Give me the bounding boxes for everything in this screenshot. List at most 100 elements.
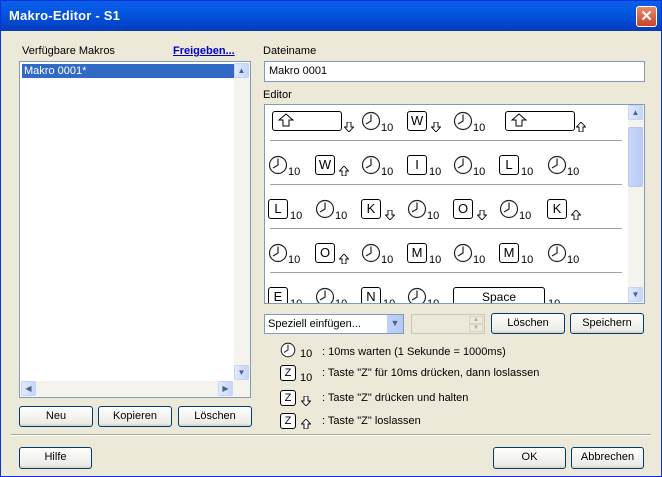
clock-icon[interactable] [499,199,519,219]
delay-value: 10 [473,254,486,266]
macro-editor[interactable]: 10 W 10 10 W 10 I 10 10 L 10 10 L 10 10 K 10 O 10 K 10 O 10 M 10… [264,104,645,304]
key-step[interactable]: W [315,155,335,175]
delay-value: 10 [427,210,440,222]
chevron-down-icon[interactable]: ▼ [386,315,403,333]
clock-icon[interactable] [361,111,381,131]
macro-list[interactable]: Makro 0001* ▲ ▼ ◀ ▶ [19,61,251,398]
close-button[interactable]: ✕ [636,6,657,27]
share-link[interactable]: Freigeben... [173,45,235,57]
spin-down-icon: ▼ [469,324,483,332]
clock-icon[interactable] [361,243,381,263]
key-step[interactable]: E [268,287,288,303]
clock-icon[interactable] [407,287,427,303]
arrow-up-icon [575,121,587,135]
row-separator [270,140,622,141]
scroll-thumb[interactable] [628,127,643,187]
key-step[interactable]: I [407,155,427,175]
key-step[interactable]: M [407,243,427,263]
macros-label: Verfügbare Makros [22,45,115,57]
scroll-left-icon[interactable]: ◀ [21,381,36,396]
space-key-step[interactable]: Space [453,287,545,303]
clock-icon[interactable] [315,199,335,219]
arrow-up-icon [338,253,350,267]
delay-value: 10 [290,210,303,222]
row-separator [270,184,622,185]
copy-button[interactable]: Kopieren [98,406,172,427]
save-button[interactable]: Speichern [570,313,644,334]
legend-wait: : 10ms warten (1 Sekunde = 1000ms) [322,346,506,358]
legend-text: : Taste "Z" drücken und halten [322,392,469,404]
key-step[interactable]: M [499,243,519,263]
help-button[interactable]: Hilfe [19,447,92,469]
key-step[interactable]: O [453,199,473,219]
row-separator [270,272,622,273]
cancel-button[interactable]: Abbrechen [571,447,644,469]
clock-icon[interactable] [268,243,288,263]
key-step[interactable]: K [547,199,567,219]
scroll-down-icon[interactable]: ▼ [234,365,249,380]
clock-icon[interactable] [453,155,473,175]
key-step[interactable]: K [361,199,381,219]
delay-value: 10 [290,298,303,304]
scroll-up-icon[interactable]: ▲ [628,105,643,120]
scroll-down-icon[interactable]: ▼ [628,287,643,302]
clock-icon[interactable] [361,155,381,175]
key-step[interactable]: O [315,243,335,263]
delay-value: 10 [429,166,442,178]
clock-icon[interactable] [453,111,473,131]
shift-icon [277,113,295,130]
delay-value: 10 [473,166,486,178]
arrow-down-icon [476,209,488,223]
list-vertical-scrollbar[interactable]: ▲ ▼ [234,63,250,381]
delete-macro-button[interactable]: Löschen [178,406,252,427]
title-bar[interactable]: Makro-Editor - S1 ✕ [1,1,661,31]
macro-editor-window: Makro-Editor - S1 ✕ Verfügbare Makros Fr… [0,0,662,477]
legend-num: 10 [300,372,313,384]
delay-value: 10 [473,122,486,134]
clock-icon[interactable] [315,287,335,303]
delay-value: 10 [567,166,580,178]
clock-icon[interactable] [407,199,427,219]
key-step[interactable]: N [361,287,381,303]
delay-value: 10 [519,210,532,222]
delay-value: 10 [288,166,301,178]
arrow-down-icon [300,395,312,409]
delay-value: 10 [335,210,348,222]
delay-value: 10 [381,254,394,266]
key-step[interactable]: L [499,155,519,175]
arrow-up-icon [570,209,582,223]
delay-value: 10 [427,298,440,304]
legend-text: : Taste "Z" loslassen [322,415,421,427]
key-step[interactable]: W [407,111,427,131]
clock-icon[interactable] [547,243,567,263]
ok-button[interactable]: OK [493,447,566,469]
clock-icon[interactable] [453,243,473,263]
filename-field[interactable]: Makro 0001 [264,61,645,82]
list-horizontal-scrollbar[interactable]: ◀ ▶ [21,381,250,397]
delay-value: 10 [381,122,394,134]
delay-spinner: ▲ ▼ [411,314,485,334]
delete-step-button[interactable]: Löschen [491,313,565,334]
list-item[interactable]: Makro 0001* [22,64,237,78]
special-insert-dropdown[interactable]: Speziell einfügen... ▼ [264,314,404,334]
window-title: Makro-Editor - S1 [9,8,121,23]
scroll-up-icon[interactable]: ▲ [234,63,249,78]
clock-icon[interactable] [268,155,288,175]
key-step[interactable]: L [268,199,288,219]
arrow-up-icon [338,165,350,179]
arrow-down-icon [343,121,355,135]
new-button[interactable]: Neu [19,406,93,427]
scroll-right-icon[interactable]: ▶ [218,381,233,396]
editor-scrollbar[interactable]: ▲ ▼ [628,105,644,303]
clock-icon[interactable] [547,155,567,175]
row-separator [270,228,622,229]
legend-key: Z [280,413,296,429]
filename-label: Dateiname [263,45,317,57]
delay-value: 10 [567,254,580,266]
delay-value: 10 [521,166,534,178]
footer-separator [11,434,651,436]
shift-key-step[interactable] [272,111,342,131]
shift-key-step[interactable] [505,111,575,131]
shift-icon [510,113,528,130]
editor-label: Editor [263,89,292,101]
